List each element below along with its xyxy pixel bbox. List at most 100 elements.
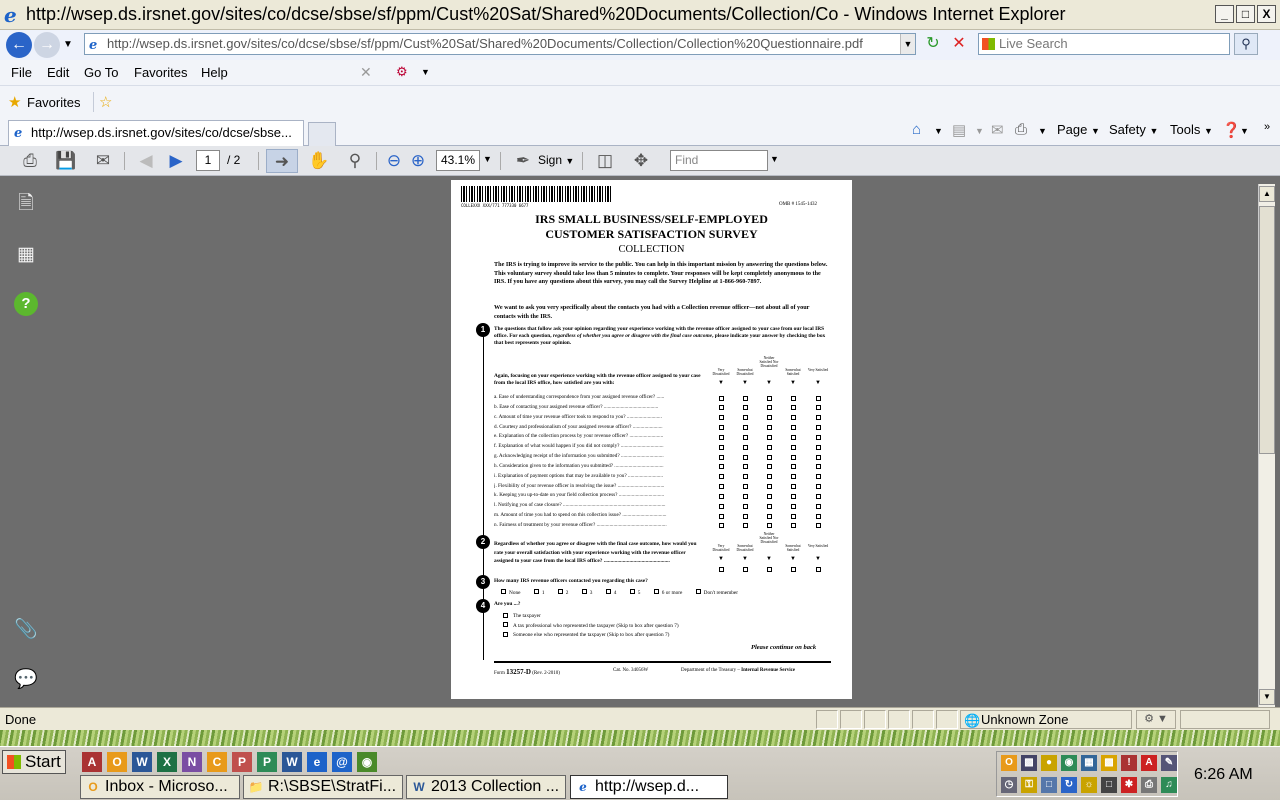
checkbox[interactable] <box>719 405 724 411</box>
option[interactable]: A tax professional who represented the t… <box>503 622 679 632</box>
option[interactable]: 3 <box>581 589 599 596</box>
forward-button[interactable]: → <box>34 32 60 58</box>
checkbox[interactable] <box>719 493 724 499</box>
checkbox[interactable] <box>743 464 748 470</box>
quicklaunch-ie-icon[interactable]: e <box>307 752 327 772</box>
checkbox[interactable] <box>653 589 659 594</box>
checkbox[interactable] <box>557 589 563 594</box>
checkbox[interactable] <box>743 484 748 490</box>
tray-security-icon[interactable]: ▩ <box>1021 755 1037 771</box>
refresh-icon[interactable]: ↻ <box>922 33 944 55</box>
quicklaunch-app-icon[interactable]: @ <box>332 752 352 772</box>
checkbox[interactable] <box>719 464 724 470</box>
checkbox[interactable] <box>719 434 724 440</box>
checkbox[interactable] <box>816 425 821 431</box>
tray-monitor-icon[interactable]: □ <box>1101 777 1117 793</box>
option[interactable]: 5 <box>629 589 647 596</box>
checkbox[interactable] <box>791 464 796 470</box>
pages-icon[interactable]: 🗎 <box>14 192 38 216</box>
checkbox[interactable] <box>743 454 748 460</box>
close-menu-icon[interactable]: ✕ <box>360 64 372 81</box>
fit-width-icon[interactable]: ◫ <box>592 149 618 173</box>
back-button[interactable]: ← <box>6 32 32 58</box>
page-menu[interactable]: Page ▼ <box>1057 122 1100 137</box>
checkbox[interactable] <box>767 454 772 460</box>
quicklaunch-word2-icon[interactable]: W <box>282 752 302 772</box>
task-word-document[interactable]: W 2013 Collection ... <box>406 775 566 799</box>
marquee-zoom-icon[interactable]: ⚲ <box>342 149 368 173</box>
vertical-scrollbar[interactable]: ▲ ▼ <box>1258 184 1275 707</box>
quicklaunch-onenote-icon[interactable]: N <box>182 752 202 772</box>
zoom-out-icon[interactable]: ⊖ <box>384 149 404 173</box>
checkbox[interactable] <box>743 434 748 440</box>
task-internet-explorer[interactable]: e http://wsep.d... <box>570 775 728 799</box>
home-icon[interactable]: ⌂ <box>912 121 921 138</box>
new-tab-button[interactable] <box>308 122 336 146</box>
checkbox[interactable] <box>791 444 796 450</box>
zoom-input[interactable]: 43.1% <box>436 150 480 171</box>
checkbox[interactable] <box>743 523 748 529</box>
sign-button[interactable]: Sign ▼ <box>538 153 574 167</box>
recent-pages-dropdown[interactable]: ▼ <box>63 39 73 50</box>
checkbox[interactable] <box>719 425 724 431</box>
email-icon[interactable]: ✉ <box>90 149 116 173</box>
checkbox[interactable] <box>767 503 772 509</box>
checkbox[interactable] <box>816 395 821 401</box>
scroll-thumb[interactable] <box>1259 206 1275 454</box>
tray-device-icon[interactable]: ▩ <box>1101 755 1117 771</box>
checkbox[interactable] <box>791 434 796 440</box>
checkbox[interactable] <box>743 474 748 480</box>
find-input[interactable]: Find <box>670 150 768 171</box>
checkbox[interactable] <box>816 484 821 490</box>
checkbox[interactable] <box>767 493 772 499</box>
checkbox[interactable] <box>743 395 748 401</box>
help-icon[interactable]: ❓ <box>1222 121 1241 139</box>
search-input[interactable]: Live Search <box>978 33 1230 55</box>
toolbar-addon-icon[interactable]: ⚙ <box>396 64 414 80</box>
menu-file[interactable]: File <box>11 65 32 80</box>
tray-outlook-icon[interactable]: O <box>1001 755 1017 771</box>
page-number-input[interactable]: 1 <box>196 150 220 171</box>
option[interactable]: The taxpayer <box>503 612 679 622</box>
checkbox[interactable] <box>743 513 748 519</box>
checkbox[interactable] <box>791 425 796 431</box>
checkbox[interactable] <box>605 589 611 594</box>
maximize-button[interactable]: □ <box>1236 5 1255 23</box>
add-favorite-icon[interactable]: ☆ <box>99 93 112 111</box>
checkbox[interactable] <box>767 405 772 411</box>
checkbox[interactable] <box>767 464 772 470</box>
address-dropdown[interactable]: ▼ <box>900 34 915 54</box>
checkbox[interactable] <box>816 567 821 572</box>
tray-key-icon[interactable]: ⚿ <box>1021 777 1037 793</box>
feeds-icon[interactable]: ▤ <box>952 121 966 139</box>
home-dropdown[interactable]: ▼ <box>934 126 943 136</box>
checkbox[interactable] <box>695 589 701 594</box>
checkbox[interactable] <box>816 415 821 421</box>
zoom-in-icon[interactable]: ⊕ <box>408 149 428 173</box>
tray-sync-icon[interactable]: ↻ <box>1061 777 1077 793</box>
checkbox[interactable] <box>743 444 748 450</box>
checkbox[interactable] <box>767 523 772 529</box>
menu-favorites[interactable]: Favorites <box>134 65 187 80</box>
checkbox[interactable] <box>816 523 821 529</box>
checkbox[interactable] <box>767 444 772 450</box>
status-zoom[interactable] <box>1180 710 1270 729</box>
checkbox[interactable] <box>503 612 508 618</box>
option[interactable]: Don't remember <box>695 589 744 596</box>
favorites-button[interactable]: Favorites <box>27 95 80 110</box>
fit-page-icon[interactable]: ✥ <box>628 149 654 173</box>
quicklaunch-calendar-icon[interactable]: C <box>207 752 227 772</box>
mail-icon[interactable]: ✉ <box>991 121 1004 139</box>
help-question-icon[interactable]: ? <box>14 292 38 316</box>
checkbox[interactable] <box>767 434 772 440</box>
zoom-dropdown[interactable]: ▼ <box>483 154 492 164</box>
checkbox[interactable] <box>767 415 772 421</box>
save-icon[interactable]: 💾 <box>54 149 78 173</box>
checkbox[interactable] <box>533 589 539 594</box>
quicklaunch-publisher-icon[interactable]: P <box>257 752 277 772</box>
option[interactable]: 2 <box>557 589 575 596</box>
checkbox[interactable] <box>791 493 796 499</box>
checkbox[interactable] <box>719 523 724 529</box>
tray-display-icon[interactable]: □ <box>1041 777 1057 793</box>
select-tool-icon[interactable]: ➜ <box>266 149 298 173</box>
